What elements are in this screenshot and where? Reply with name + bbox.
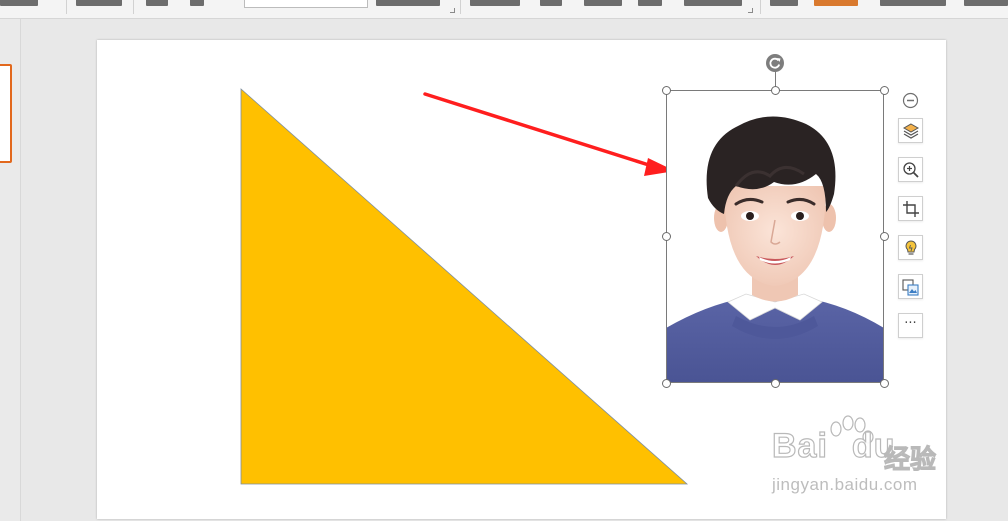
ribbon-separator bbox=[460, 0, 461, 14]
lightbulb-icon bbox=[905, 240, 917, 255]
right-triangle-shape[interactable] bbox=[240, 88, 689, 485]
resize-handle-top-left[interactable] bbox=[662, 86, 671, 95]
ribbon-separator bbox=[66, 0, 67, 14]
resize-handle-right[interactable] bbox=[880, 232, 889, 241]
resize-handle-top-right[interactable] bbox=[880, 86, 889, 95]
ribbon-label-fragment[interactable] bbox=[814, 0, 858, 6]
baidu-jingyan-watermark: Bai du 经验 jingyan.baidu.com bbox=[771, 415, 972, 500]
zoom-button[interactable] bbox=[898, 157, 923, 182]
presentation-app: ··· Bai du 经验 jingyan.baidu.com bbox=[0, 0, 1008, 521]
ribbon-separator bbox=[133, 0, 134, 14]
rotate-handle-icon[interactable] bbox=[766, 54, 784, 72]
ribbon-label-fragment[interactable] bbox=[470, 0, 520, 6]
ribbon-separator bbox=[760, 0, 761, 14]
more-options-button[interactable]: ··· bbox=[898, 313, 923, 338]
portrait-image bbox=[666, 90, 884, 383]
red-arrow-shape[interactable] bbox=[423, 92, 675, 176]
ribbon-label-fragment[interactable] bbox=[376, 0, 440, 6]
resize-handle-top[interactable] bbox=[771, 86, 780, 95]
watermark-cn-text: 经验 bbox=[883, 445, 937, 476]
resize-handle-bottom-right[interactable] bbox=[880, 379, 889, 388]
resize-handle-left[interactable] bbox=[662, 232, 671, 241]
ribbon-label-fragment[interactable] bbox=[190, 0, 204, 6]
crop-button[interactable] bbox=[898, 196, 923, 221]
smart-tip-button[interactable] bbox=[898, 235, 923, 260]
replace-picture-button[interactable] bbox=[898, 274, 923, 299]
portrait-picture[interactable] bbox=[666, 90, 884, 383]
ribbon-label-fragment[interactable] bbox=[0, 0, 38, 6]
minus-circle-icon[interactable] bbox=[902, 92, 919, 109]
ribbon-toolbar bbox=[0, 0, 1008, 19]
group-launcher-icon[interactable] bbox=[748, 8, 753, 13]
slide-thumbnail-panel bbox=[0, 19, 21, 521]
ribbon-input-box[interactable] bbox=[244, 0, 368, 8]
zoom-in-icon bbox=[903, 162, 919, 178]
resize-handle-bottom-left[interactable] bbox=[662, 379, 671, 388]
ribbon-label-fragment[interactable] bbox=[880, 0, 946, 6]
crop-icon bbox=[903, 201, 919, 217]
ribbon-label-fragment[interactable] bbox=[770, 0, 798, 6]
slide-thumbnail-selected[interactable] bbox=[0, 64, 12, 163]
picture-replace-icon bbox=[902, 279, 919, 296]
ellipsis-icon: ··· bbox=[904, 316, 917, 331]
watermark-brand-part1: Bai bbox=[771, 426, 828, 465]
ribbon-label-fragment[interactable] bbox=[584, 0, 622, 6]
resize-handle-bottom[interactable] bbox=[771, 379, 780, 388]
watermark-url: jingyan.baidu.com bbox=[772, 475, 918, 494]
layers-icon bbox=[902, 123, 920, 139]
ribbon-label-fragment[interactable] bbox=[964, 0, 1008, 6]
ribbon-label-fragment[interactable] bbox=[540, 0, 562, 6]
ribbon-label-fragment[interactable] bbox=[76, 0, 122, 6]
watermark-brand: Bai du bbox=[771, 426, 895, 466]
group-launcher-icon[interactable] bbox=[450, 8, 455, 13]
layers-button[interactable] bbox=[898, 118, 923, 143]
ribbon-label-fragment[interactable] bbox=[638, 0, 662, 6]
ribbon-label-fragment[interactable] bbox=[146, 0, 168, 6]
ribbon-label-fragment[interactable] bbox=[684, 0, 742, 6]
